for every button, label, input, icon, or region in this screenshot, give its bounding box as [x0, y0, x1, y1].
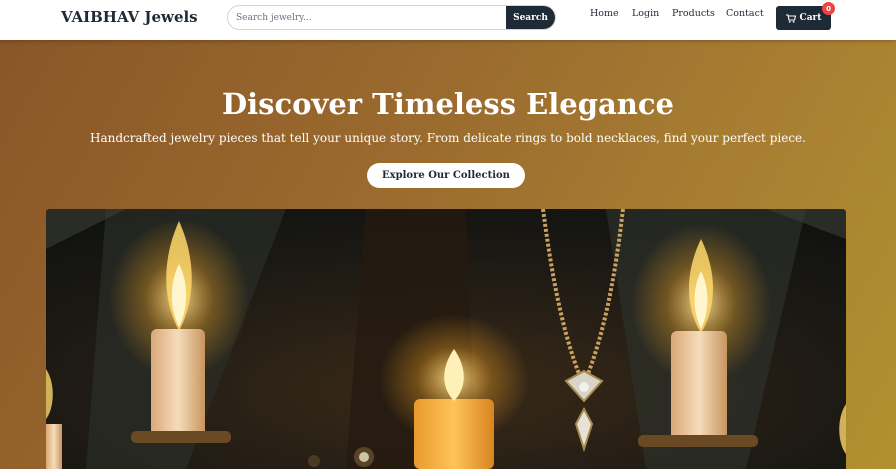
hero-title: Discover Timeless Elegance [222, 87, 674, 121]
search-button[interactable]: Search [506, 6, 555, 29]
cart-count-badge: 0 [822, 2, 835, 15]
nav-products-link[interactable]: Products [672, 8, 715, 19]
hero-image [46, 209, 846, 469]
hero-subtitle: Handcrafted jewelry pieces that tell you… [90, 131, 806, 145]
explore-collection-button[interactable]: Explore Our Collection [367, 163, 525, 188]
cart-label: Cart [799, 13, 822, 23]
site-header: VAIBHAV Jewels Search Home Login Product… [0, 0, 896, 40]
hero-section: Discover Timeless Elegance Handcrafted j… [0, 40, 896, 469]
candles-necklace-photo [46, 209, 846, 469]
nav-home-link[interactable]: Home [590, 8, 619, 19]
search-bar: Search [227, 5, 556, 30]
nav-contact-link[interactable]: Contact [726, 8, 764, 19]
nav-login-link[interactable]: Login [632, 8, 659, 19]
search-input[interactable] [228, 6, 508, 29]
cart-icon [785, 14, 796, 23]
site-logo[interactable]: VAIBHAV Jewels [61, 8, 198, 26]
